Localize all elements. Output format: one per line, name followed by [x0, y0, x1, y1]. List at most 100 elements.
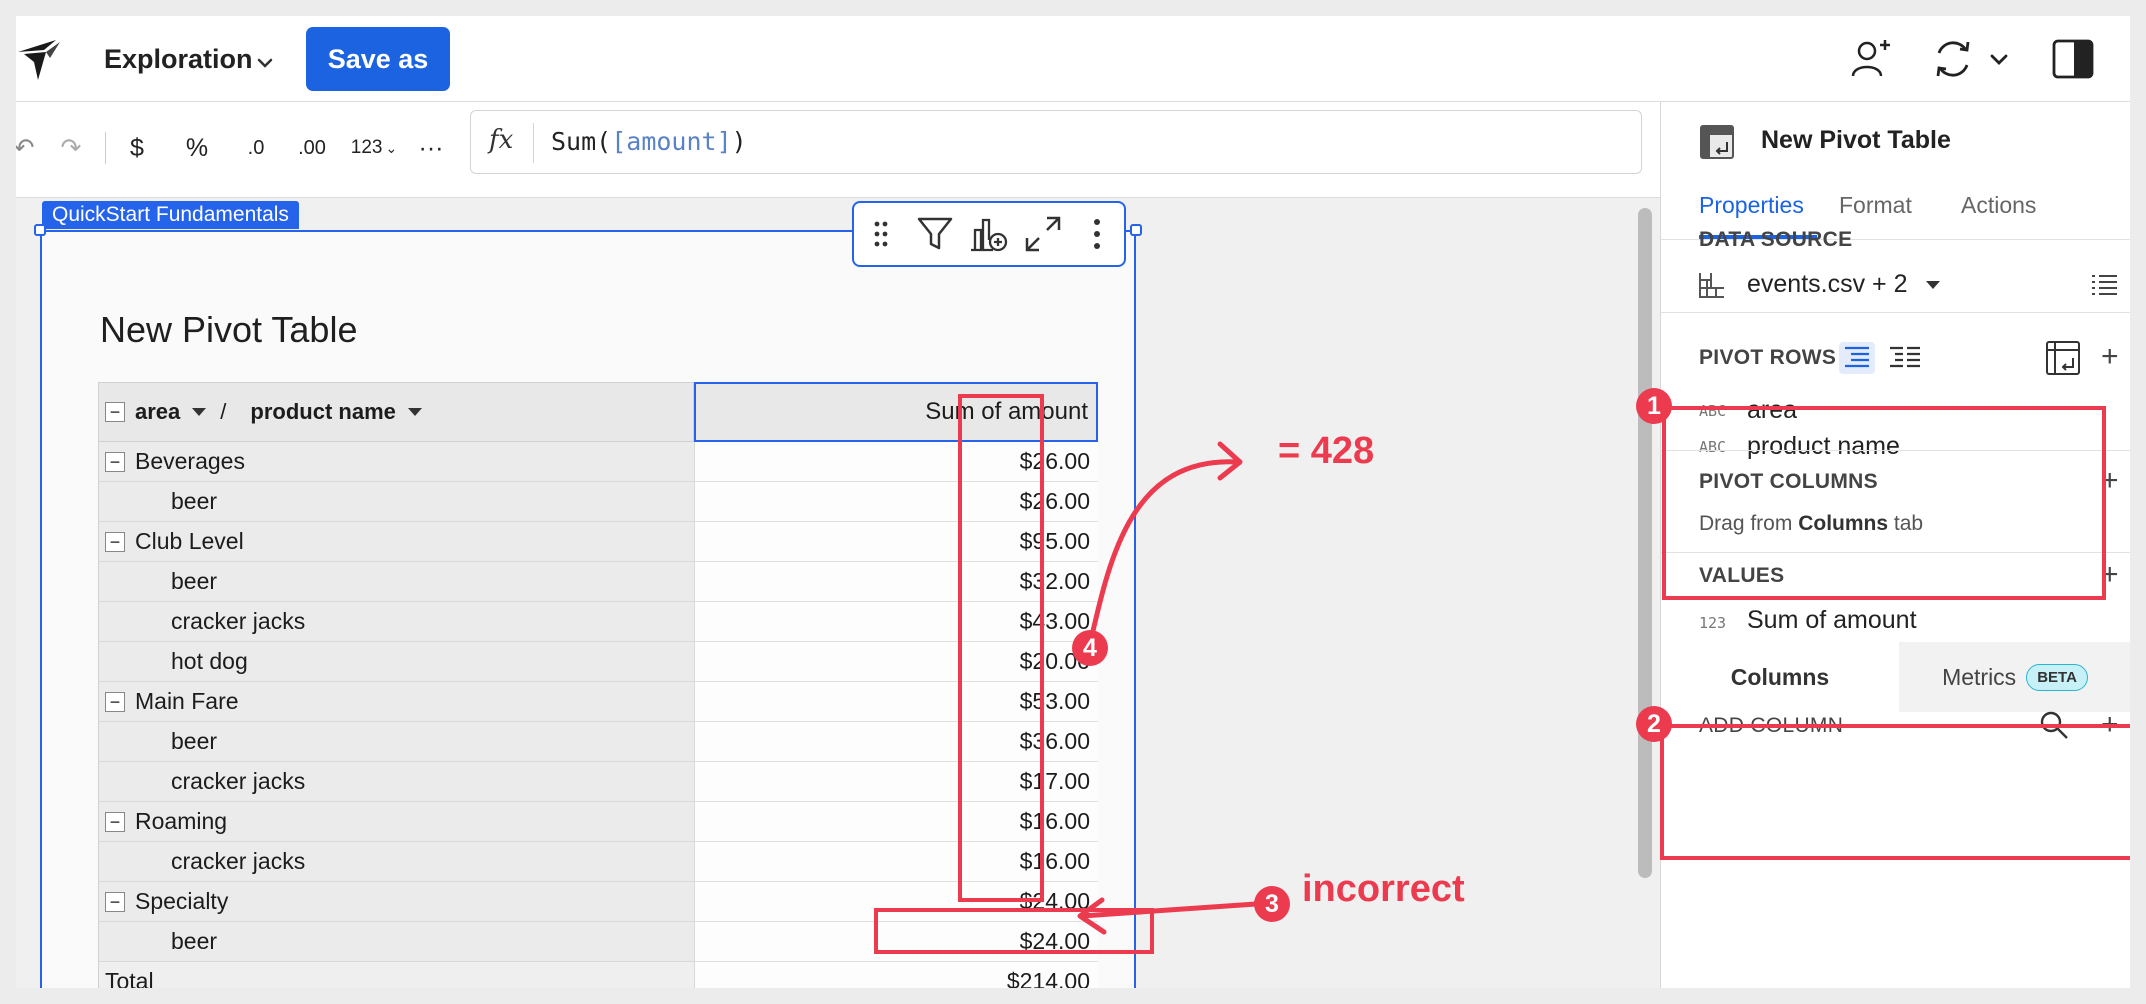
filter-icon[interactable] [908, 206, 962, 262]
row-label: hot dog [98, 642, 694, 682]
metrics-label: Metrics [1942, 663, 2017, 690]
beta-badge: BETA [2026, 663, 2088, 691]
row-label-text: Beverages [135, 448, 245, 474]
row-spacer [1098, 762, 1114, 802]
row-header-area: area [135, 399, 181, 424]
row-label-text: Roaming [135, 808, 228, 834]
pivot-settings-icon[interactable] [2045, 340, 2081, 376]
tab-columns[interactable]: Columns [1661, 642, 1899, 712]
collapse-icon[interactable]: − [105, 531, 125, 552]
row-label: beer [98, 922, 694, 962]
panel-divider [1661, 312, 2130, 313]
toggle-panel-icon[interactable] [2050, 36, 2096, 82]
row-spacer [1098, 442, 1114, 482]
row-label: − Roaming [98, 802, 694, 842]
row-label-text: cracker jacks [171, 768, 306, 794]
undo-button[interactable]: ↶ [16, 128, 38, 168]
row-label-text: beer [171, 488, 218, 514]
area-sort-caret-icon[interactable] [192, 408, 207, 416]
row-label: beer [98, 722, 694, 762]
row-label: beer [98, 562, 694, 602]
collapse-icon[interactable]: − [105, 891, 125, 912]
row-label-text: Specialty [135, 888, 229, 914]
save-as-button[interactable]: Save as [306, 27, 450, 91]
tab-actions[interactable]: Actions [1961, 192, 2036, 219]
outline-layout-icon[interactable] [1887, 342, 1923, 374]
total-value[interactable]: $214.00 [694, 962, 1098, 988]
element-toolbar [852, 201, 1126, 267]
app-window: Exploration Save as ↶ ↷ $ % .0 .00 123 ⌄… [16, 16, 2130, 988]
refresh-options-chevron-icon[interactable] [1986, 36, 2012, 82]
collapse-icon[interactable]: − [105, 451, 125, 472]
row-label: beer [98, 482, 694, 522]
tab-format[interactable]: Format [1839, 192, 1912, 219]
row-header-product-name: product name [250, 399, 396, 424]
number-type-icon: 123 [1699, 614, 1727, 632]
drag-handle-icon[interactable] [854, 206, 908, 262]
panel-title: New Pivot Table [1761, 126, 1951, 154]
add-user-icon[interactable] [1848, 36, 1894, 82]
formula-input[interactable]: fx Sum([amount]) [470, 110, 1642, 174]
pivot-row-header[interactable]: − area / product name [98, 382, 694, 442]
annotation-incorrect-note: incorrect [1302, 868, 1465, 910]
pivot-table-title[interactable]: New Pivot Table [100, 309, 357, 351]
row-label: − Club Level [98, 522, 694, 562]
number-format-label: 123 [350, 137, 383, 158]
row-label-text: Club Level [135, 528, 244, 554]
value-sum-of-amount[interactable]: Sum of amount [1747, 606, 1917, 635]
data-source-dropdown[interactable]: events.csv + 2 [1747, 270, 1941, 299]
pivot-total-row: Total $214.00 [98, 962, 1114, 988]
formula-function: Sum( [551, 127, 612, 156]
redo-button[interactable]: ↷ [54, 128, 88, 168]
refresh-icon[interactable] [1930, 36, 1976, 82]
chevron-down-icon[interactable] [254, 52, 276, 74]
row-spacer [1098, 842, 1114, 882]
collapse-icon[interactable]: − [105, 811, 125, 832]
workspace-tag: QuickStart Fundamentals [42, 201, 299, 229]
resize-handle-top-right[interactable] [1130, 224, 1142, 236]
annotation-badge-4: 4 [1072, 630, 1108, 666]
currency-format-button[interactable]: $ [122, 128, 152, 168]
row-label-text: Main Fare [135, 688, 239, 714]
toolbar-divider [105, 132, 106, 164]
top-bar: Exploration Save as [16, 16, 2130, 102]
formula-argument: [amount] [611, 127, 732, 156]
decrease-decimals-button[interactable]: .0 [236, 128, 276, 168]
row-spacer [1098, 522, 1114, 562]
add-child-element-icon[interactable] [962, 206, 1016, 262]
percent-format-button[interactable]: % [180, 128, 214, 168]
bottom-tabs: Columns Metrics BETA [1661, 642, 2130, 712]
list-view-icon[interactable] [2089, 270, 2119, 300]
formula-text[interactable]: Sum([amount]) [551, 127, 747, 156]
expand-icon[interactable] [1016, 206, 1070, 262]
canvas-scrollbar[interactable] [1638, 208, 1652, 878]
increase-decimals-button[interactable]: .00 [290, 128, 334, 168]
row-label-text: cracker jacks [171, 608, 306, 634]
product-name-sort-caret-icon[interactable] [407, 408, 422, 416]
row-label: − Main Fare [98, 682, 694, 722]
row-label-text: beer [171, 568, 218, 594]
tab-properties[interactable]: Properties [1699, 192, 1804, 219]
annotation-values-box [958, 394, 1044, 902]
more-vertical-icon[interactable] [1070, 206, 1124, 262]
annotation-values-section-box [1660, 724, 2130, 860]
app-logo-icon[interactable] [16, 36, 68, 82]
fx-icon: fx [489, 125, 514, 155]
resize-handle-top-left[interactable] [34, 224, 46, 236]
collapse-all-icon[interactable]: − [105, 402, 125, 422]
number-format-dropdown[interactable]: 123 ⌄ [348, 128, 400, 168]
document-title[interactable]: Exploration [104, 44, 253, 75]
caret-down-icon [1926, 281, 1941, 290]
compact-layout-icon[interactable] [1839, 342, 1875, 374]
row-label: cracker jacks [98, 842, 694, 882]
pivot-rows-label: PIVOT ROWS [1699, 346, 1837, 369]
row-label: cracker jacks [98, 762, 694, 802]
tab-metrics[interactable]: Metrics BETA [1899, 642, 2130, 712]
row-spacer [1098, 682, 1114, 722]
annotation-pivot-rows-box [1662, 406, 2106, 600]
annotation-badge-1: 1 [1636, 388, 1672, 424]
add-pivot-row-button[interactable]: + [2101, 342, 2119, 372]
more-options-button[interactable]: ··· [414, 128, 448, 168]
collapse-icon[interactable]: − [105, 691, 125, 712]
annotation-sum-note: = 428 [1278, 430, 1375, 472]
